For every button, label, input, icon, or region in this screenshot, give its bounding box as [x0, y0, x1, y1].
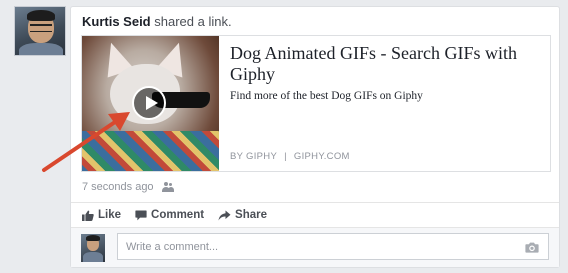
like-button[interactable]: Like: [82, 209, 121, 221]
play-icon[interactable]: [132, 86, 166, 120]
comment-icon: [135, 210, 147, 220]
like-label: Like: [98, 209, 122, 221]
camera-icon[interactable]: [525, 242, 539, 253]
link-source-separator: |: [284, 151, 287, 162]
post-timestamp[interactable]: 7 seconds ago: [82, 181, 154, 193]
share-label: Share: [235, 209, 268, 221]
comment-button[interactable]: Comment: [135, 209, 204, 221]
post-actions: Like Comment Share: [82, 209, 267, 221]
link-description: Find more of the best Dog GIFs on Giphy: [230, 90, 423, 102]
commenter-avatar: [81, 234, 105, 262]
post-card: Kurtis Seid shared a link. Dog Animated …: [70, 6, 560, 268]
divider: [71, 202, 559, 203]
link-thumbnail[interactable]: [82, 36, 219, 171]
link-title[interactable]: Dog Animated GIFs - Search GIFs with Gip…: [230, 43, 530, 85]
link-source: BY GIPHY | GIPHY.COM: [230, 151, 350, 162]
link-preview[interactable]: Dog Animated GIFs - Search GIFs with Gip…: [81, 35, 551, 172]
share-button[interactable]: Share: [218, 209, 267, 221]
author-name[interactable]: Kurtis Seid: [82, 14, 151, 29]
friends-icon[interactable]: [161, 182, 174, 192]
post-header: Kurtis Seid shared a link.: [82, 14, 232, 29]
author-avatar[interactable]: [14, 6, 66, 56]
share-icon: [218, 210, 231, 220]
thumbs-up-icon: [82, 210, 94, 221]
comment-label: Comment: [151, 209, 205, 221]
post-action-text: shared a link.: [150, 14, 232, 29]
comment-input[interactable]: [117, 233, 549, 260]
post-meta: 7 seconds ago: [82, 181, 174, 193]
link-source-domain: GIPHY.COM: [293, 151, 350, 162]
link-source-by: BY GIPHY: [230, 151, 278, 162]
comment-area: [71, 227, 559, 267]
